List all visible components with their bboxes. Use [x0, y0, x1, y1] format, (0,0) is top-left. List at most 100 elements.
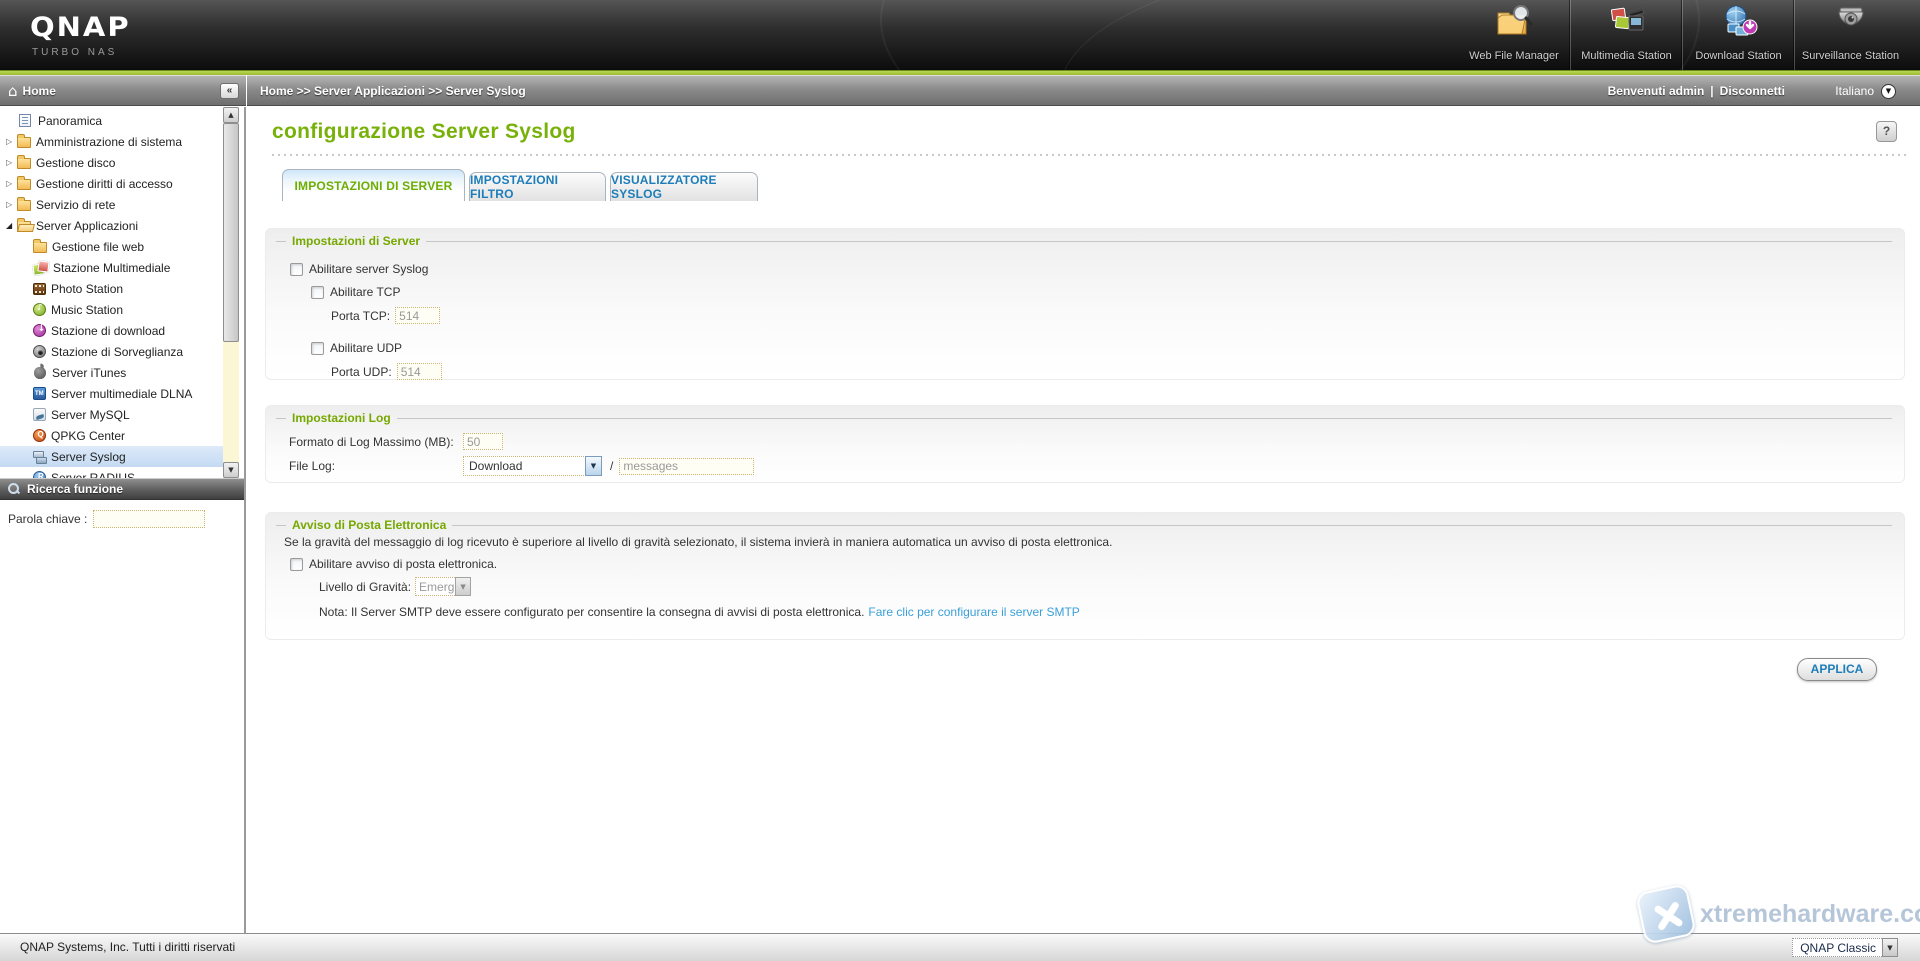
udp-port-input[interactable] — [397, 363, 442, 380]
tcp-port-input[interactable] — [395, 307, 440, 324]
surveillance-station-icon — [1832, 4, 1870, 41]
web-file-manager-shortcut[interactable]: Web File Manager — [1458, 0, 1570, 70]
download-station-icon — [1720, 4, 1758, 41]
folder-open-icon — [17, 221, 31, 232]
download-station-shortcut[interactable]: Download Station — [1682, 0, 1794, 70]
sidebar-item-stazione-di-download[interactable]: Stazione di download — [0, 320, 244, 341]
user-info: Benvenuti admin|Disconnetti — [1608, 76, 1785, 106]
keyword-label: Parola chiave : — [8, 512, 87, 526]
language-selector[interactable]: Italiano ▼ — [1835, 76, 1896, 106]
home-icon — [8, 82, 23, 100]
server-settings-section: Impostazioni di Server Abilitare server … — [265, 228, 1905, 380]
header-row: Home « Home >> Server Applicazioni >> Se… — [0, 75, 1920, 106]
radius-icon — [33, 471, 46, 478]
enable-tcp-checkbox[interactable] — [311, 286, 324, 299]
log-settings-section: Impostazioni Log Formato di Log Massimo … — [265, 405, 1905, 483]
film-icon — [33, 283, 46, 295]
max-log-size-label: Formato di Log Massimo (MB): — [289, 435, 463, 449]
section-legend: Impostazioni Log — [276, 411, 1892, 425]
folder-icon — [17, 179, 31, 190]
sidebar-item-server-mysql[interactable]: Server MySQL — [0, 404, 244, 425]
document-icon — [19, 114, 31, 127]
sidebar-item-server-multimediale-dlna[interactable]: Server multimediale DLNA — [0, 383, 244, 404]
enable-syslog-checkbox[interactable] — [290, 263, 303, 276]
severity-level-label: Livello di Gravità: — [319, 580, 411, 594]
dropdown-arrow-icon[interactable]: ▼ — [455, 577, 471, 596]
surveillance-station-shortcut[interactable]: Surveillance Station — [1794, 0, 1906, 70]
sidebar-item-stazione-multimediale[interactable]: Stazione Multimediale — [0, 257, 244, 278]
breadcrumb: Home >> Server Applicazioni >> Server Sy… — [260, 76, 526, 106]
camera-icon — [33, 345, 46, 358]
collapse-sidebar-button[interactable]: « — [220, 83, 239, 99]
language-dropdown-icon[interactable]: ▼ — [1881, 84, 1896, 99]
search-panel-header[interactable]: Ricerca funzione — [0, 478, 244, 500]
tab-impostazioni-filtro[interactable]: IMPOSTAZIONI FILTRO — [469, 172, 606, 201]
theme-select[interactable]: QNAP Classic ▼ — [1792, 938, 1898, 957]
logout-link[interactable]: Disconnetti — [1720, 84, 1785, 98]
footer-bar: QNAP Systems, Inc. Tutti i diritti riser… — [0, 933, 1920, 961]
log-file-name-input[interactable] — [619, 458, 754, 475]
dropdown-arrow-icon[interactable]: ▼ — [1882, 938, 1898, 957]
sidebar-item-photo-station[interactable]: Photo Station — [0, 278, 244, 299]
tcp-port-label: Porta TCP: — [331, 309, 390, 323]
severity-level-select[interactable]: Emerg ▼ — [415, 577, 471, 596]
apply-button[interactable]: APPLICA — [1797, 658, 1877, 681]
title-separator — [272, 154, 1906, 156]
sidebar-item-server-syslog[interactable]: Server Syslog — [0, 446, 223, 467]
sidebar-title: Home — [23, 84, 56, 98]
path-separator: / — [610, 459, 613, 473]
tree-scrollbar[interactable]: ▲ ▼ — [223, 107, 239, 478]
sidebar-item-amministrazione-di-sistema[interactable]: Amministrazione di sistema — [0, 131, 244, 152]
scrollbar-up-button[interactable]: ▲ — [223, 107, 239, 123]
sidebar-header: Home « — [0, 75, 246, 106]
search-icon — [8, 483, 20, 495]
tab-visualizzatore-syslog[interactable]: VISUALIZZATORE SYSLOG — [610, 172, 758, 201]
expand-icon[interactable] — [6, 137, 17, 146]
scrollbar-thumb[interactable] — [223, 123, 239, 342]
udp-port-label: Porta UDP: — [331, 365, 392, 379]
station-label: Download Station — [1683, 50, 1794, 62]
station-shortcuts: Web File Manager Multimedia Station — [1458, 0, 1906, 70]
search-panel-body: Parola chiave : — [0, 500, 244, 933]
sidebar-item-gestione-diritti-di-accesso[interactable]: Gestione diritti di accesso — [0, 173, 244, 194]
sidebar-item-music-station[interactable]: Music Station — [0, 299, 244, 320]
sidebar-item-server-itunes[interactable]: Server iTunes — [0, 362, 244, 383]
tab-impostazioni-di-server[interactable]: IMPOSTAZIONI DI SERVER — [282, 169, 465, 201]
log-folder-select[interactable]: Download ▼ — [463, 456, 602, 476]
collapse-icon[interactable] — [6, 221, 17, 230]
scrollbar-down-button[interactable]: ▼ — [223, 462, 239, 478]
configure-smtp-link[interactable]: Fare clic per configurare il server SMTP — [868, 605, 1079, 619]
language-label: Italiano — [1835, 84, 1874, 98]
sidebar-item-server-applicazioni[interactable]: Server Applicazioni — [0, 215, 244, 236]
multimedia-station-shortcut[interactable]: Multimedia Station — [1570, 0, 1682, 70]
folder-icon — [17, 137, 31, 148]
severity-selected-value: Emerg — [416, 580, 456, 594]
enable-syslog-label: Abilitare server Syslog — [309, 262, 428, 276]
download-icon — [33, 324, 46, 337]
expand-icon[interactable] — [6, 179, 17, 188]
enable-udp-checkbox[interactable] — [311, 342, 324, 355]
sidebar-item-servizio-di-rete[interactable]: Servizio di rete — [0, 194, 244, 215]
expand-icon[interactable] — [6, 158, 17, 167]
max-log-size-input[interactable] — [463, 433, 503, 450]
multimedia-icon — [33, 261, 48, 275]
qnap-logo: QNAP TURBO NAS — [30, 10, 131, 58]
help-button[interactable]: ? — [1876, 121, 1897, 142]
user-separator: | — [1710, 84, 1713, 98]
sidebar-item-server-radius[interactable]: Server RADIUS — [0, 467, 244, 478]
keyword-input[interactable] — [93, 510, 205, 528]
sidebar-item-qpkg-center[interactable]: QPKG Center — [0, 425, 244, 446]
page-title: configurazione Server Syslog — [272, 120, 576, 144]
sidebar-item-stazione-di-sorveglianza[interactable]: Stazione di Sorveglianza — [0, 341, 244, 362]
sidebar-item-gestione-file-web[interactable]: Gestione file web — [0, 236, 244, 257]
expand-icon[interactable] — [6, 200, 17, 209]
folder-icon — [17, 200, 31, 211]
dropdown-arrow-icon[interactable]: ▼ — [585, 456, 602, 476]
sidebar: Panoramica Amministrazione di sistema Ge… — [0, 107, 246, 933]
sidebar-item-gestione-disco[interactable]: Gestione disco — [0, 152, 244, 173]
qpkg-icon — [33, 429, 46, 442]
tab-bar: IMPOSTAZIONI DI SERVER IMPOSTAZIONI FILT… — [282, 169, 758, 201]
email-alert-section: Avviso di Posta Elettronica Se la gravit… — [265, 512, 1905, 640]
enable-email-alert-checkbox[interactable] — [290, 558, 303, 571]
sidebar-item-panoramica[interactable]: Panoramica — [0, 110, 244, 131]
